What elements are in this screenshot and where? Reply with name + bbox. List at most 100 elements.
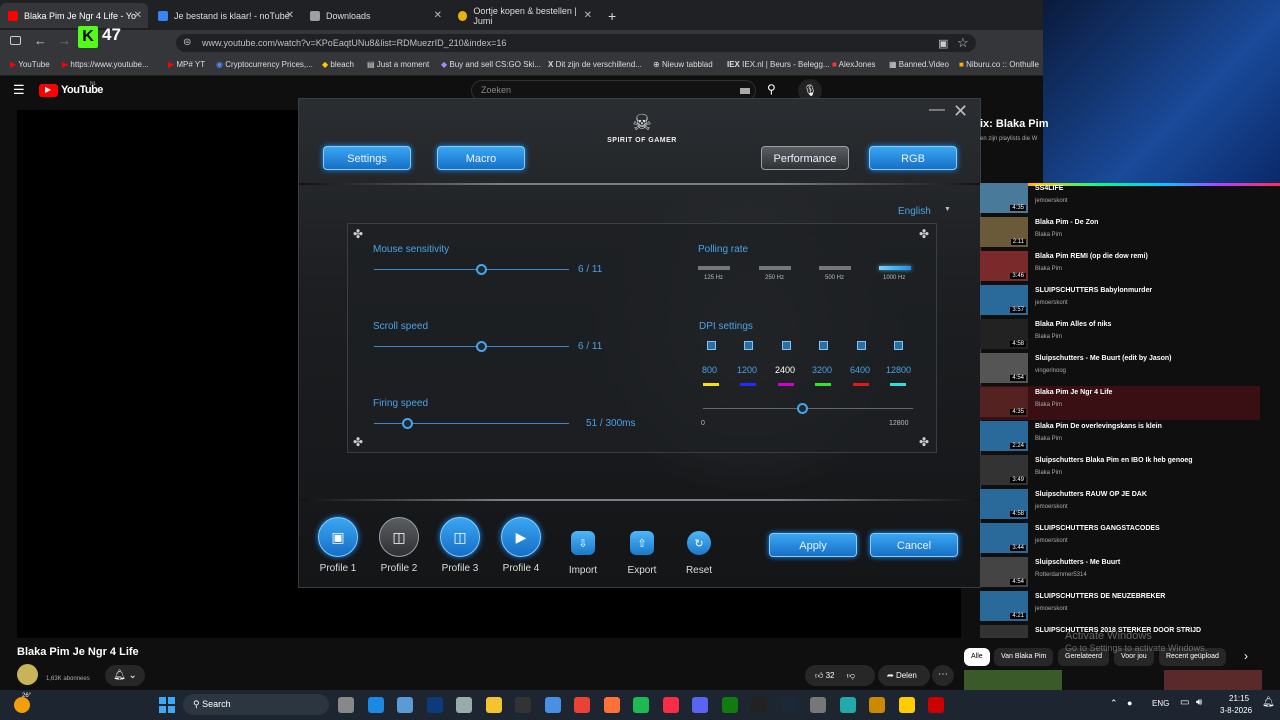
video-thumbnail[interactable]: 3:46 [980, 251, 1028, 281]
chevron-up-icon[interactable]: ⌃ [1110, 698, 1118, 709]
tab-0[interactable]: Blaka Pim Je Ngr 4 Life - Yo ✕ [0, 3, 148, 28]
video-thumbnail[interactable]: 4:58 [980, 319, 1028, 349]
export-button[interactable]: ⇧ [630, 531, 654, 555]
video-thumbnail[interactable]: 4:35 [980, 183, 1028, 213]
taskbar-app-icon[interactable] [367, 697, 384, 713]
share-button[interactable]: ➦ Delen [878, 665, 930, 686]
polling-125-option[interactable] [698, 266, 730, 270]
profile-1-button[interactable]: ▣ [318, 517, 358, 557]
bookmark-item[interactable]: ◆ Buy and sell CS:GO Ski... [441, 60, 541, 69]
taskbar-app-icon[interactable] [810, 697, 826, 713]
video-thumbnail[interactable]: 2:24 [980, 421, 1028, 451]
thumbs-up-icon[interactable]: 👍︎ [815, 671, 823, 680]
back-icon[interactable]: ← [34, 33, 47, 48]
taskbar-app-icon[interactable] [928, 697, 944, 713]
bookmark-item[interactable]: ▶ https://www.youtube... [62, 60, 149, 69]
taskbar-app-icon[interactable] [603, 697, 620, 713]
dpi-5-checkbox[interactable] [857, 341, 866, 350]
youtube-logo-text[interactable]: YouTube [61, 84, 103, 96]
dpi-slider[interactable] [796, 403, 808, 414]
taskbar-app-icon[interactable] [780, 697, 797, 713]
sidebar-icon[interactable] [10, 36, 21, 45]
more-options-button[interactable]: ⋯ [932, 665, 954, 686]
taskbar-app-icon[interactable] [426, 697, 443, 713]
playlist-item[interactable]: 4:21 SLUIPSCHUTTERS DE NEUZEBREKER jemoers… [980, 590, 1260, 624]
dpi-2-checkbox[interactable] [744, 341, 753, 350]
site-info-icon[interactable]: ⊜ [183, 37, 191, 48]
notifications-icon[interactable]: 🔔︎ [1262, 697, 1275, 708]
apply-button[interactable]: Apply [769, 533, 857, 557]
close-icon[interactable]: ✕ [584, 10, 592, 21]
playlist-item[interactable]: 4:35 SS4LIFE jemoerskont [980, 182, 1260, 216]
profile-4-button[interactable]: ▶ [501, 517, 541, 557]
playlist-item[interactable]: 2:24 Blaka Pim De overlevingskans is klei… [980, 420, 1260, 454]
video-thumbnail[interactable]: 3:49 [980, 455, 1028, 485]
language-indicator[interactable]: ENG [1152, 699, 1169, 708]
like-dislike-group[interactable]: 👍︎ 32 👎︎ [805, 665, 875, 686]
new-tab-button[interactable]: + [600, 3, 624, 28]
bookmark-item[interactable]: ◉ Cryptocurrency Prices,... [216, 60, 313, 69]
recommended-thumbnail[interactable] [1164, 670, 1262, 690]
dpi-2-value[interactable]: 1200 [737, 365, 757, 375]
chip-from-channel[interactable]: Van Blaka Pim [994, 648, 1054, 666]
taskbar-app-icon[interactable] [338, 697, 354, 713]
taskbar-app-icon[interactable] [574, 697, 590, 713]
polling-250-option[interactable] [759, 266, 791, 270]
keyboard-icon[interactable] [740, 88, 750, 94]
taskbar-app-icon[interactable] [692, 697, 708, 713]
video-thumbnail[interactable]: 4:21 [980, 591, 1028, 621]
mic-tray-icon[interactable]: ● [1127, 698, 1132, 708]
polling-500-option[interactable] [819, 266, 851, 270]
bookmark-item[interactable]: ▤ Just a moment [367, 60, 429, 69]
network-icon[interactable]: ▭ [1180, 697, 1189, 708]
dpi-3-value[interactable]: 2400 [775, 365, 795, 375]
playlist-item[interactable]: 4:35 Blaka Pim Je Ngr 4 Life Blaka Pim [980, 386, 1260, 420]
bookmark-item[interactable]: IEX IEX.nl | Beurs - Belegg... [727, 60, 830, 69]
video-thumbnail[interactable]: 4:54 [980, 557, 1028, 587]
taskbar-app-icon[interactable] [751, 697, 767, 713]
url-bar[interactable]: www.youtube.com/watch?v=KPoEaqtUNu8&list… [176, 34, 976, 52]
playlist-item[interactable]: 4:54 Sluipschutters - Me Buurt Rotterdamme… [980, 556, 1260, 590]
close-icon[interactable]: ✕ [286, 10, 294, 21]
dpi-track[interactable] [703, 408, 913, 409]
tab-2[interactable]: Downloads ✕ [302, 3, 448, 28]
playlist-item[interactable]: 3:46 Blaka Pim REMI (op die dow remi) Blak… [980, 250, 1260, 284]
scroll-speed-slider[interactable] [476, 341, 488, 352]
close-icon[interactable]: ✕ [434, 10, 442, 21]
bookmark-item[interactable]: ▶ MP# YT [168, 60, 205, 69]
polling-1000-option[interactable] [879, 266, 911, 270]
settings-tab[interactable]: Settings [323, 146, 411, 170]
rgb-tab[interactable]: RGB [869, 146, 957, 170]
bookmark-item[interactable]: ▦ Banned.Video [889, 60, 949, 69]
mouse-sensitivity-slider[interactable] [476, 264, 488, 275]
minimize-icon[interactable]: — [929, 101, 945, 119]
recommended-thumbnail[interactable] [964, 670, 1062, 690]
scroll-speed-track[interactable] [374, 346, 569, 347]
chevron-down-icon[interactable]: ▼ [944, 206, 951, 213]
taskbar-app-icon[interactable] [633, 697, 649, 713]
macro-tab[interactable]: Macro [437, 146, 525, 170]
playlist-item[interactable]: 4:54 Sluipschutters - Me Buurt (edit by J… [980, 352, 1260, 386]
bookmark-star-icon[interactable]: ☆ [957, 35, 969, 51]
windows-start-icon[interactable] [159, 697, 175, 713]
video-thumbnail[interactable]: 3:44 [980, 523, 1028, 553]
dpi-6-value[interactable]: 12800 [886, 365, 911, 375]
profile-3-button[interactable]: ◫ [440, 517, 480, 557]
dpi-1-checkbox[interactable] [707, 341, 716, 350]
video-thumbnail[interactable] [980, 625, 1028, 638]
dpi-6-checkbox[interactable] [894, 341, 903, 350]
taskbar-app-icon[interactable] [869, 697, 885, 713]
bookmark-item[interactable]: ■ Niburu.co :: Onthulle [959, 60, 1039, 69]
playlist-item[interactable]: 3:49 Sluipschutters Blaka Pim en IBO Ik h… [980, 454, 1260, 488]
playlist-item[interactable]: 3:57 SLUIPSCHUTTERS Babylonmurder jemoersk… [980, 284, 1260, 318]
language-select[interactable]: English [898, 206, 931, 217]
taskbar-app-icon[interactable] [397, 697, 413, 713]
clock-date[interactable]: 3-8-2026 [1220, 706, 1252, 715]
video-thumbnail[interactable]: 4:58 [980, 489, 1028, 519]
taskbar-app-icon[interactable] [515, 697, 531, 713]
video-thumbnail[interactable]: 4:35 [980, 387, 1028, 417]
taskbar-app-icon[interactable] [456, 697, 472, 713]
channel-avatar[interactable] [17, 664, 38, 685]
forward-icon[interactable]: → [58, 33, 71, 48]
close-icon[interactable]: ✕ [953, 101, 968, 122]
